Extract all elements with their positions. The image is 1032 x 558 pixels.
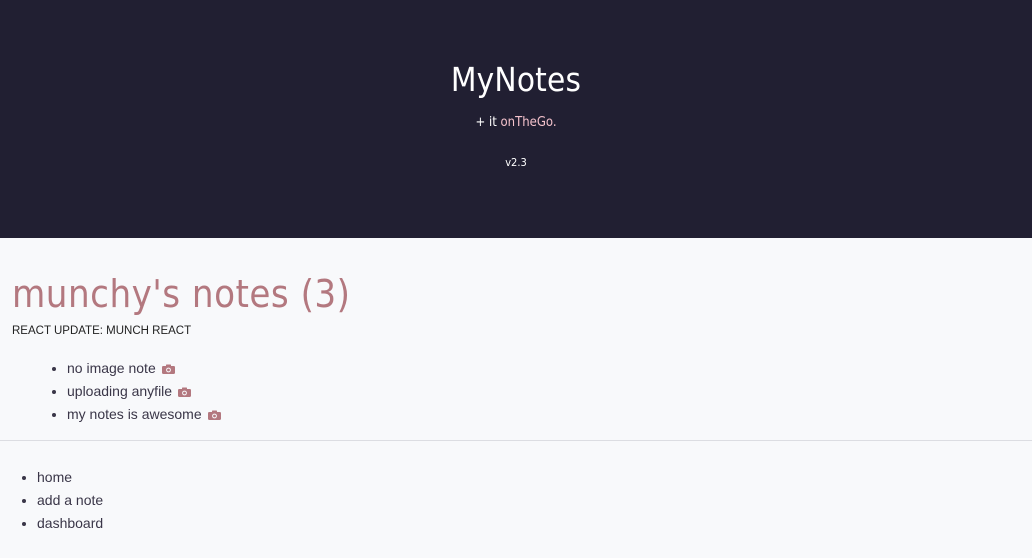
tagline-highlight: onTheGo. bbox=[500, 115, 557, 130]
nav-link-dashboard[interactable]: dashboard bbox=[37, 515, 103, 531]
nav-item-home[interactable]: home bbox=[37, 466, 103, 489]
note-title[interactable]: my notes is awesome bbox=[67, 406, 202, 422]
list-item[interactable]: uploading anyfile bbox=[67, 380, 221, 403]
notes-list: no image note uploading anyfile my notes… bbox=[0, 357, 221, 426]
tagline-prefix: + it bbox=[475, 115, 501, 130]
camera-icon bbox=[207, 410, 221, 420]
camera-icon bbox=[161, 364, 175, 374]
nav-item-dashboard[interactable]: dashboard bbox=[37, 512, 103, 535]
list-item[interactable]: my notes is awesome bbox=[67, 403, 221, 426]
update-text: REACT UPDATE: MUNCH REACT bbox=[12, 325, 192, 337]
divider bbox=[0, 440, 1032, 441]
note-title[interactable]: uploading anyfile bbox=[67, 383, 172, 399]
nav-link-add-note[interactable]: add a note bbox=[37, 492, 103, 508]
notes-heading: munchy's notes (3) bbox=[12, 272, 351, 316]
camera-icon bbox=[177, 387, 191, 397]
nav-item-add-note[interactable]: add a note bbox=[37, 489, 103, 512]
list-item[interactable]: no image note bbox=[67, 357, 221, 380]
nav-link-home[interactable]: home bbox=[37, 469, 72, 485]
note-title[interactable]: no image note bbox=[67, 360, 156, 376]
footer-nav: home add a note dashboard bbox=[0, 466, 103, 535]
